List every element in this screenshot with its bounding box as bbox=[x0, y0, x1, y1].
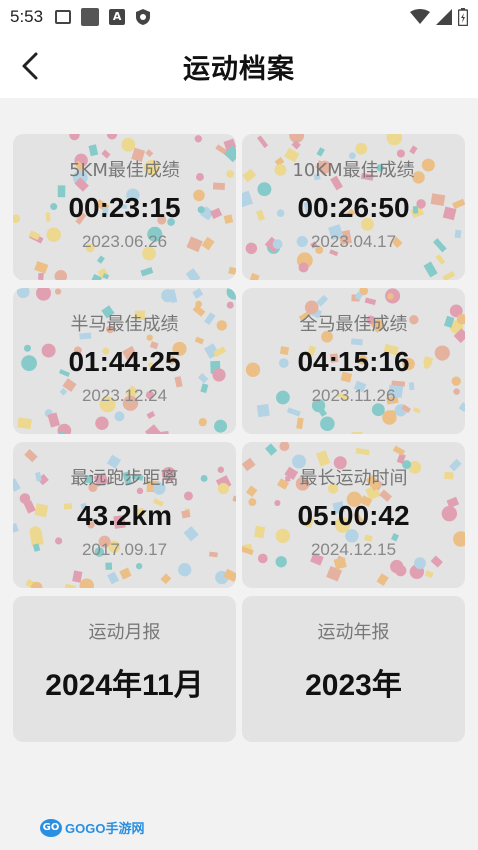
report-value: 2024年11月 bbox=[45, 669, 204, 702]
record-label: 半马最佳成绩 bbox=[70, 314, 179, 335]
records-grid: 5KM最佳成绩 00:23:15 2023.06.26 10KM最佳成绩 00:… bbox=[13, 134, 465, 742]
record-date: 2023.04.17 bbox=[310, 232, 397, 251]
record-card-longest-distance[interactable]: 最远跑步距离 43.2km 2017.09.17 bbox=[13, 442, 236, 588]
record-card-longest-duration[interactable]: 最长运动时间 05:00:42 2024.12.15 bbox=[242, 442, 465, 588]
watermark-logo: GO bbox=[40, 818, 62, 837]
wifi-icon bbox=[410, 9, 430, 24]
report-label: 运动月报 bbox=[88, 622, 161, 643]
record-card-10km[interactable]: 10KM最佳成绩 00:26:50 2023.04.17 bbox=[242, 134, 465, 280]
record-label: 10KM最佳成绩 bbox=[292, 160, 415, 181]
record-label: 最远跑步距离 bbox=[70, 468, 179, 489]
report-label: 运动年报 bbox=[317, 622, 390, 643]
record-value: 00:23:15 bbox=[68, 192, 181, 223]
record-label: 5KM最佳成绩 bbox=[69, 160, 180, 181]
signal-icon bbox=[436, 9, 452, 25]
record-card-half-marathon[interactable]: 半马最佳成绩 01:44:25 2023.12.24 bbox=[13, 288, 236, 434]
record-value: 43.2km bbox=[77, 500, 172, 531]
back-button[interactable] bbox=[16, 48, 46, 84]
yearly-report-card[interactable]: 运动年报 2023年 bbox=[242, 596, 465, 742]
image-icon bbox=[55, 10, 72, 24]
record-date: 2023.12.24 bbox=[81, 386, 168, 405]
record-label: 最长运动时间 bbox=[299, 468, 408, 489]
watermark-text: GOGO手游网 bbox=[65, 821, 145, 836]
page-title: 运动档案 bbox=[183, 53, 295, 85]
record-card-full-marathon[interactable]: 全马最佳成绩 04:15:16 2023.11.26 bbox=[242, 288, 465, 434]
monthly-report-card[interactable]: 运动月报 2024年11月 bbox=[13, 596, 236, 742]
record-date: 2023.06.26 bbox=[81, 232, 168, 251]
shield-icon bbox=[136, 9, 151, 25]
status-bar: 5:53 A bbox=[0, 0, 478, 34]
record-date: 2017.09.17 bbox=[81, 540, 168, 559]
battery-icon bbox=[458, 8, 468, 26]
watermark: GO GOGO手游网 bbox=[40, 818, 144, 837]
record-value: 04:15:16 bbox=[297, 346, 410, 377]
record-date: 2023.11.26 bbox=[311, 386, 396, 405]
record-value: 05:00:42 bbox=[297, 500, 410, 531]
report-value: 2023年 bbox=[305, 669, 402, 702]
record-card-5km[interactable]: 5KM最佳成绩 00:23:15 2023.06.26 bbox=[13, 134, 236, 280]
record-value: 00:26:50 bbox=[297, 192, 410, 223]
status-time: 5:53 bbox=[10, 7, 44, 26]
square-icon bbox=[81, 8, 100, 26]
record-label: 全马最佳成绩 bbox=[299, 314, 408, 335]
app-header: 运动档案 bbox=[0, 34, 478, 98]
record-date: 2024.12.15 bbox=[310, 540, 397, 559]
a-icon: A bbox=[109, 9, 126, 25]
record-value: 01:44:25 bbox=[68, 346, 181, 377]
